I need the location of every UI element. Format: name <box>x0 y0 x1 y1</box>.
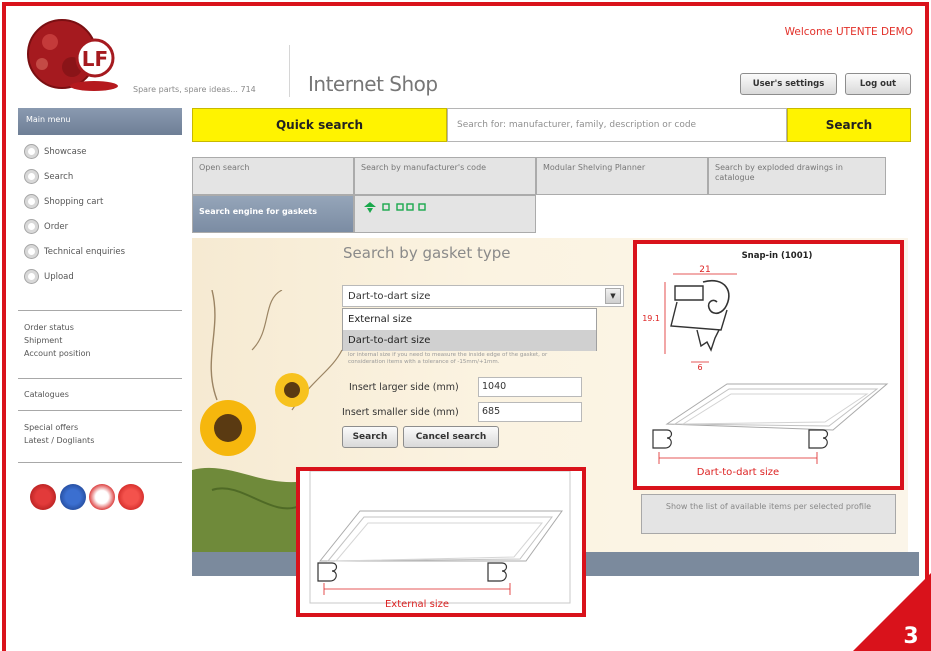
showcase-icon <box>24 144 39 159</box>
quick-search-label: Quick search <box>192 108 447 142</box>
sidebar-item-label: Upload <box>44 272 74 282</box>
profile-title: Snap-in (1001) <box>742 251 813 261</box>
size-type-dropdown: External size Dart-to-dart size <box>342 308 597 351</box>
sidebar-item-label: Shopping cart <box>44 197 104 207</box>
main-menu-header: Main menu <box>18 108 182 135</box>
sidebar-item-label: Order <box>44 222 69 232</box>
option-external-size[interactable]: External size <box>343 309 596 330</box>
upload-icon <box>24 269 39 284</box>
search-icon <box>24 169 39 184</box>
tab-shelving-planner[interactable]: Modular Shelving Planner <box>536 157 708 195</box>
cancel-search-button[interactable]: Cancel search <box>403 426 499 448</box>
certification-badge-icon <box>118 484 144 510</box>
gasket-corner-icon <box>317 562 338 582</box>
user-settings-button[interactable]: User's settings <box>740 73 837 95</box>
gasket-tab-icon <box>364 202 426 213</box>
sidebar-divider <box>18 462 182 463</box>
tab-open-search[interactable]: Open search <box>192 157 354 195</box>
smaller-side-input[interactable]: 685 <box>478 402 582 422</box>
gasket-profile-drawing: Snap-in (1001) 21 19.1 6 Dart-to-dart si… <box>642 251 889 478</box>
tab-gasket-search[interactable]: Search engine for gaskets <box>192 195 354 233</box>
gasket-corner-icon <box>652 429 673 449</box>
tab-exploded-drawings[interactable]: Search by exploded drawings in catalogue <box>708 157 886 195</box>
sidebar-link-latest[interactable]: Latest / Dogliants <box>24 436 94 445</box>
quick-search-input[interactable]: Search for: manufacturer, family, descri… <box>447 108 787 142</box>
tab-manufacturer-code[interactable]: Search by manufacturer's code <box>354 157 536 195</box>
gasket-search-title: Search by gasket type <box>343 244 511 262</box>
certification-badge-icon <box>30 484 56 510</box>
enquiry-icon <box>24 244 39 259</box>
profile-height: 19.1 <box>642 314 660 323</box>
show-available-items-button[interactable]: Show the list of available items per sel… <box>641 494 896 534</box>
svg-text:LF: LF <box>82 47 108 71</box>
smaller-side-label: Insert smaller side (mm) <box>342 407 459 418</box>
search-button[interactable]: Search <box>342 426 398 448</box>
certification-badge-icon <box>89 484 115 510</box>
size-type-select[interactable]: Dart-to-dart size ▼ <box>342 285 624 307</box>
dart-to-dart-caption: Dart-to-dart size <box>697 467 779 478</box>
step-number-badge: 3 <box>853 573 931 651</box>
sidebar-link-order-status[interactable]: Order status <box>24 323 74 332</box>
profile-width: 21 <box>699 265 710 275</box>
tagline: Spare parts, spare ideas... 714 <box>133 85 256 94</box>
sidebar-link-shipment[interactable]: Shipment <box>24 336 62 345</box>
shop-title: Internet Shop <box>308 72 438 96</box>
welcome-text: Welcome UTENTE DEMO <box>784 26 913 38</box>
size-note: lor internal size if you need to measure… <box>348 352 548 366</box>
order-icon <box>24 219 39 234</box>
sidebar-link-account-position[interactable]: Account position <box>24 349 91 358</box>
header-separator <box>289 45 290 97</box>
sidebar-divider <box>18 378 182 379</box>
tab-gasket-type[interactable] <box>354 195 536 233</box>
quick-search-button[interactable]: Search <box>787 108 911 142</box>
external-size-drawing: External size <box>309 470 571 610</box>
chevron-down-icon[interactable]: ▼ <box>605 288 621 304</box>
sidebar-divider <box>18 410 182 411</box>
cart-icon <box>24 194 39 209</box>
profile-lip: 6 <box>697 363 702 372</box>
size-type-value: Dart-to-dart size <box>348 291 431 302</box>
certification-badge-icon <box>60 484 86 510</box>
external-size-callout: External size <box>296 467 586 617</box>
sidebar-item-label: Technical enquiries <box>44 247 126 257</box>
sidebar-divider <box>18 310 182 311</box>
gasket-corner-icon <box>808 429 829 449</box>
profile-callout: Snap-in (1001) 21 19.1 6 Dart-to-dart si… <box>633 240 904 490</box>
sidebar-item-label: Search <box>44 172 74 182</box>
option-dart-to-dart-size[interactable]: Dart-to-dart size <box>343 330 596 351</box>
gasket-corner-icon <box>487 562 508 582</box>
logout-button[interactable]: Log out <box>845 73 911 95</box>
larger-side-label: Insert larger side (mm) <box>349 382 459 393</box>
external-size-caption: External size <box>385 599 449 610</box>
larger-side-input[interactable]: 1040 <box>478 377 582 397</box>
step-number: 3 <box>903 624 918 649</box>
lf-logo: LF <box>27 19 118 91</box>
sidebar-link-special-offers[interactable]: Special offers <box>24 423 78 432</box>
sidebar-item-label: Showcase <box>44 147 87 157</box>
sidebar-link-catalogues[interactable]: Catalogues <box>24 390 69 399</box>
